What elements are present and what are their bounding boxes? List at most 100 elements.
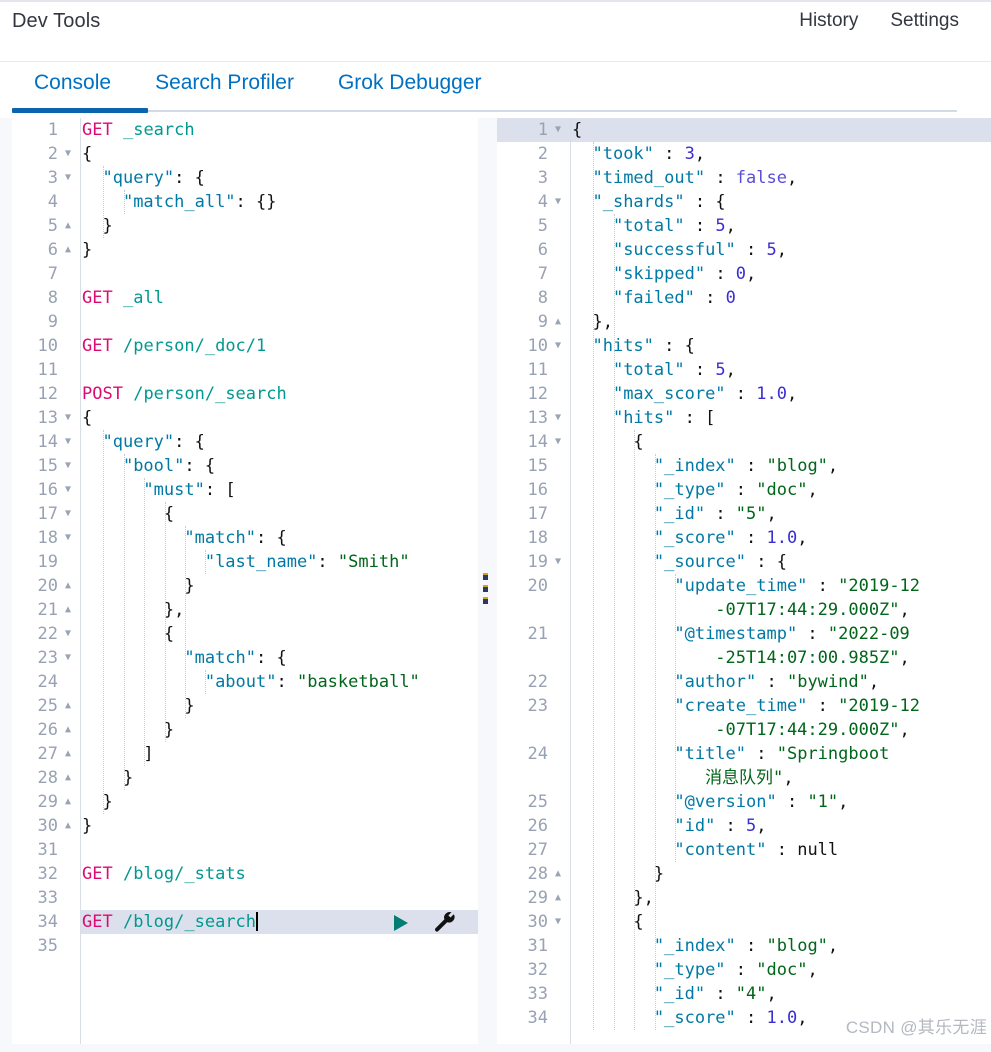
code-line[interactable]: "_shards" : { <box>572 190 991 214</box>
code-line[interactable]: -07T17:44:29.000Z", <box>572 718 991 742</box>
code-line[interactable]: } <box>82 718 478 742</box>
fold-down-icon[interactable]: ▼ <box>551 910 565 934</box>
code-line[interactable]: "_id" : "4", <box>572 982 991 1006</box>
code-line[interactable]: }, <box>572 310 991 334</box>
code-line[interactable]: -25T14:07:00.985Z", <box>572 646 991 670</box>
fold-up-icon[interactable]: ▲ <box>61 214 75 238</box>
code-line[interactable] <box>82 262 478 286</box>
fold-up-icon[interactable]: ▲ <box>551 310 565 334</box>
code-line[interactable]: GET _search <box>82 118 478 142</box>
code-line[interactable]: "@timestamp" : "2022-09 <box>572 622 991 646</box>
code-line[interactable]: POST /person/_search <box>82 382 478 406</box>
fold-down-icon[interactable]: ▼ <box>551 406 565 430</box>
panel-splitter[interactable] <box>478 118 497 1052</box>
fold-up-icon[interactable]: ▲ <box>551 886 565 910</box>
code-line[interactable]: "content" : null <box>572 838 991 862</box>
code-line[interactable]: "id" : 5, <box>572 814 991 838</box>
code-line[interactable]: }, <box>572 886 991 910</box>
request-gutter[interactable]: 1 2 ▼ 3 ▼ 4 5 ▲ 6 ▲ 7 8 9 10 11 12 13 ▼ 14 ▼ 15 ▼ 16 ▼ 17 ▼ 18 ▼ 19 2… <box>12 118 81 1052</box>
wrench-icon[interactable] <box>432 911 458 935</box>
fold-down-icon[interactable]: ▼ <box>61 166 75 190</box>
tab-grok-debugger[interactable]: Grok Debugger <box>316 56 504 98</box>
top-nav-item-settings[interactable]: Settings <box>874 8 975 34</box>
fold-up-icon[interactable]: ▲ <box>61 694 75 718</box>
code-line[interactable]: } <box>82 790 478 814</box>
fold-up-icon[interactable]: ▲ <box>61 574 75 598</box>
fold-down-icon[interactable]: ▼ <box>551 334 565 358</box>
fold-up-icon[interactable]: ▲ <box>61 598 75 622</box>
code-line[interactable]: "_score" : 1.0, <box>572 526 991 550</box>
code-line[interactable]: "create_time" : "2019-12 <box>572 694 991 718</box>
fold-up-icon[interactable]: ▲ <box>61 814 75 838</box>
code-line[interactable]: 消息队列", <box>572 766 991 790</box>
response-viewer-panel[interactable]: 1 ▼ 2 3 4 ▼ 5 6 7 8 9 ▲ 10 ▼ 11 12 13 ▼ 14 ▼ 15 16 17 18 19 ▼ 20 21… <box>497 118 991 1052</box>
fold-down-icon[interactable]: ▼ <box>61 622 75 646</box>
fold-down-icon[interactable]: ▼ <box>61 502 75 526</box>
code-line[interactable]: "last_name": "Smith" <box>82 550 478 574</box>
code-line[interactable]: "timed_out" : false, <box>572 166 991 190</box>
code-line[interactable]: { <box>82 502 478 526</box>
code-line[interactable]: ] <box>82 742 478 766</box>
code-line[interactable]: } <box>82 214 478 238</box>
code-line[interactable]: "_index" : "blog", <box>572 454 991 478</box>
play-icon[interactable] <box>388 911 412 935</box>
fold-down-icon[interactable]: ▼ <box>551 430 565 454</box>
code-line[interactable]: "failed" : 0 <box>572 286 991 310</box>
code-line[interactable]: "query": { <box>82 430 478 454</box>
request-editor-panel[interactable]: 1 2 ▼ 3 ▼ 4 5 ▲ 6 ▲ 7 8 9 10 11 12 13 ▼ 14 ▼ 15 ▼ 16 ▼ 17 ▼ 18 ▼ 19 2… <box>12 118 478 1052</box>
top-nav-item-history[interactable]: History <box>783 8 874 34</box>
code-line[interactable]: "skipped" : 0, <box>572 262 991 286</box>
code-line[interactable] <box>82 838 478 862</box>
code-line[interactable]: } <box>572 862 991 886</box>
code-line[interactable]: GET /blog/_stats <box>82 862 478 886</box>
code-line[interactable]: { <box>572 430 991 454</box>
code-line[interactable]: }, <box>82 598 478 622</box>
code-line[interactable]: "_id" : "5", <box>572 502 991 526</box>
code-line[interactable]: GET /blog/_search <box>82 910 478 934</box>
response-code-area[interactable]: { "took" : 3, "timed_out" : false, "_sha… <box>572 118 991 1052</box>
code-line[interactable]: GET /person/_doc/1 <box>82 334 478 358</box>
code-line[interactable]: "query": { <box>82 166 478 190</box>
code-line[interactable]: "_source" : { <box>572 550 991 574</box>
top-nav-item-help[interactable]: H <box>975 8 991 34</box>
code-line[interactable]: "bool": { <box>82 454 478 478</box>
fold-up-icon[interactable]: ▲ <box>61 742 75 766</box>
code-line[interactable]: "match": { <box>82 526 478 550</box>
fold-up-icon[interactable]: ▲ <box>61 790 75 814</box>
code-line[interactable]: { <box>82 142 478 166</box>
code-line[interactable]: "about": "basketball" <box>82 670 478 694</box>
fold-up-icon[interactable]: ▲ <box>61 238 75 262</box>
code-line[interactable] <box>82 934 478 958</box>
code-line[interactable]: "must": [ <box>82 478 478 502</box>
code-line[interactable]: "_index" : "blog", <box>572 934 991 958</box>
fold-up-icon[interactable]: ▲ <box>551 862 565 886</box>
code-line[interactable]: "_type" : "doc", <box>572 958 991 982</box>
code-line[interactable]: "took" : 3, <box>572 142 991 166</box>
fold-down-icon[interactable]: ▼ <box>61 478 75 502</box>
code-line[interactable]: "hits" : [ <box>572 406 991 430</box>
code-line[interactable]: GET _all <box>82 286 478 310</box>
code-line[interactable]: "update_time" : "2019-12 <box>572 574 991 598</box>
code-line[interactable]: "successful" : 5, <box>572 238 991 262</box>
fold-down-icon[interactable]: ▼ <box>61 406 75 430</box>
code-line[interactable]: { <box>82 622 478 646</box>
code-line[interactable]: "@version" : "1", <box>572 790 991 814</box>
request-code-area[interactable]: GET _search{ "query": { "match_all": {} … <box>82 118 478 1052</box>
fold-down-icon[interactable]: ▼ <box>61 646 75 670</box>
fold-up-icon[interactable]: ▲ <box>61 718 75 742</box>
code-line[interactable] <box>82 310 478 334</box>
splitter-grip-icon[interactable] <box>483 573 488 604</box>
response-gutter[interactable]: 1 ▼ 2 3 4 ▼ 5 6 7 8 9 ▲ 10 ▼ 11 12 13 ▼ 14 ▼ 15 16 17 18 19 ▼ 20 21… <box>497 118 571 1052</box>
code-line[interactable]: "title" : "Springboot <box>572 742 991 766</box>
tab-search-profiler[interactable]: Search Profiler <box>133 56 316 98</box>
code-line[interactable]: { <box>572 910 991 934</box>
code-line[interactable]: -07T17:44:29.000Z", <box>572 598 991 622</box>
fold-down-icon[interactable]: ▼ <box>61 526 75 550</box>
tab-console[interactable]: Console <box>12 56 133 98</box>
fold-down-icon[interactable]: ▼ <box>61 454 75 478</box>
code-line[interactable] <box>82 358 478 382</box>
fold-down-icon[interactable]: ▼ <box>61 142 75 166</box>
code-line[interactable]: "match_all": {} <box>82 190 478 214</box>
code-line[interactable] <box>82 886 478 910</box>
fold-down-icon[interactable]: ▼ <box>61 430 75 454</box>
